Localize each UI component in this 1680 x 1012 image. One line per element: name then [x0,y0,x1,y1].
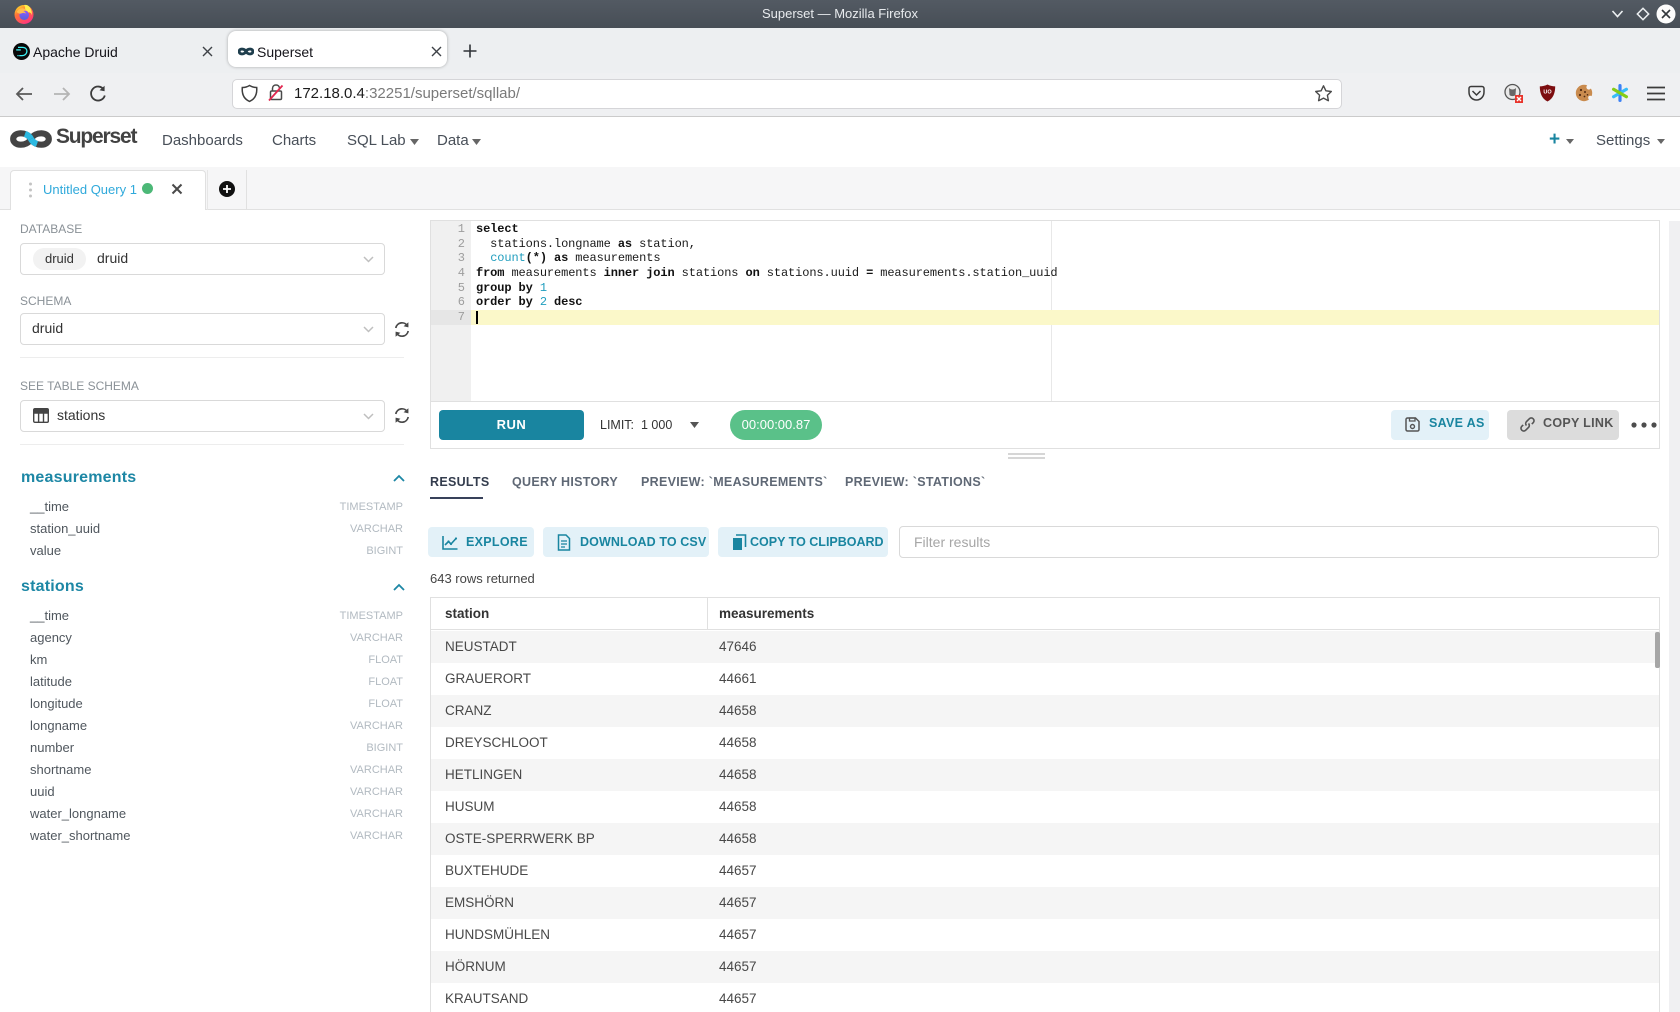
svg-text:UO: UO [1543,90,1552,96]
